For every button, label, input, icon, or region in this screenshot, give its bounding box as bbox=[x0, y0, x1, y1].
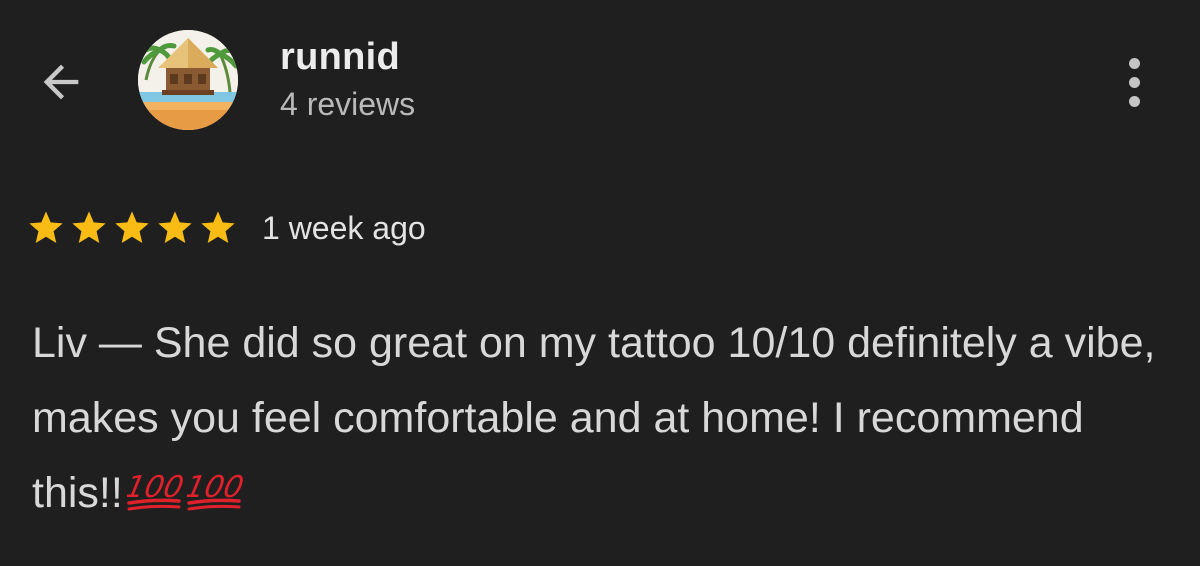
star-icon bbox=[158, 211, 192, 243]
hundred-points-emoji: 100 bbox=[127, 470, 183, 511]
beach-hut-avatar bbox=[138, 30, 238, 130]
review-time: 1 week ago bbox=[262, 209, 426, 246]
star-icon bbox=[115, 211, 149, 243]
back-button[interactable] bbox=[28, 52, 94, 112]
star-rating bbox=[26, 208, 238, 248]
hundred-points-emoji: 100 bbox=[187, 470, 243, 511]
reviewer-name[interactable]: runnid bbox=[280, 36, 400, 79]
more-vert-icon-dot bbox=[1128, 76, 1140, 88]
star-icon bbox=[201, 211, 235, 243]
avatar[interactable] bbox=[138, 30, 238, 130]
back-arrow-icon bbox=[43, 64, 79, 100]
more-vert-icon-dot bbox=[1128, 95, 1140, 107]
rating-row: 1 week ago bbox=[26, 208, 426, 248]
star-icon bbox=[29, 211, 63, 243]
review-count: 4 reviews bbox=[280, 86, 416, 122]
more-options-button[interactable] bbox=[1112, 50, 1156, 114]
more-vert-icon bbox=[1128, 57, 1140, 69]
review-text: Liv — She did so great on my tattoo 10/1… bbox=[32, 306, 1172, 531]
review-emojis: 100 100 bbox=[123, 469, 243, 517]
star-icon bbox=[72, 211, 106, 243]
